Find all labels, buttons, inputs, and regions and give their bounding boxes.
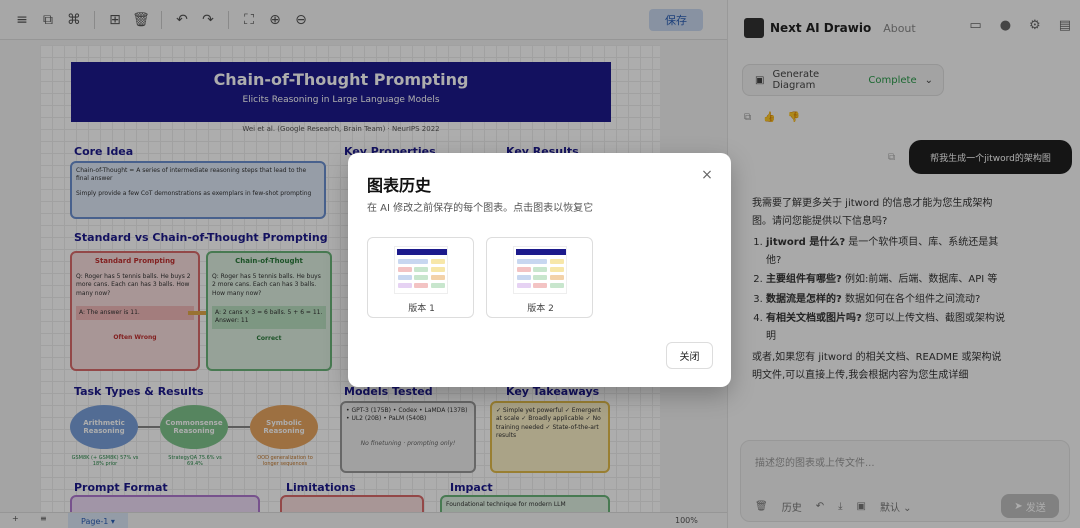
thumbnail-block — [414, 275, 428, 280]
thumbnail-block — [398, 267, 412, 272]
dialog-title: 图表历史 — [367, 176, 432, 195]
thumbnail-block — [414, 267, 428, 272]
thumbnail-banner — [397, 249, 447, 255]
thumbnail-block — [398, 259, 428, 264]
thumbnail-block — [517, 267, 531, 272]
thumbnail-block — [533, 267, 547, 272]
thumbnail-block — [550, 267, 564, 272]
version-thumbnail — [394, 246, 448, 294]
thumbnail-block — [517, 259, 547, 264]
thumbnail-block — [517, 283, 531, 288]
thumbnail-block — [550, 259, 564, 264]
thumbnail-block — [431, 283, 445, 288]
version-label: 版本 1 — [408, 304, 435, 314]
close-button[interactable]: 关闭 — [666, 342, 713, 369]
version-card[interactable]: 版本 1 — [367, 237, 474, 318]
thumbnail-block — [431, 275, 445, 280]
thumbnail-block — [431, 259, 445, 264]
thumbnail-block — [398, 275, 412, 280]
thumbnail-block — [414, 283, 428, 288]
thumbnail-block — [431, 267, 445, 272]
thumbnail-block — [550, 275, 564, 280]
dialog-description: 在 AI 修改之前保存的每个图表。点击图表以恢复它 — [367, 203, 594, 214]
thumbnail-block — [550, 283, 564, 288]
thumbnail-block — [533, 283, 547, 288]
thumbnail-block — [398, 283, 412, 288]
version-label: 版本 2 — [527, 304, 554, 314]
thumbnail-block — [517, 275, 531, 280]
close-icon[interactable]: × — [699, 167, 715, 183]
version-thumbnail — [513, 246, 567, 294]
thumbnail-block — [533, 275, 547, 280]
version-card[interactable]: 版本 2 — [486, 237, 593, 318]
history-dialog: 图表历史 在 AI 修改之前保存的每个图表。点击图表以恢复它 × 版本 1 版本… — [348, 153, 731, 387]
thumbnail-banner — [516, 249, 566, 255]
